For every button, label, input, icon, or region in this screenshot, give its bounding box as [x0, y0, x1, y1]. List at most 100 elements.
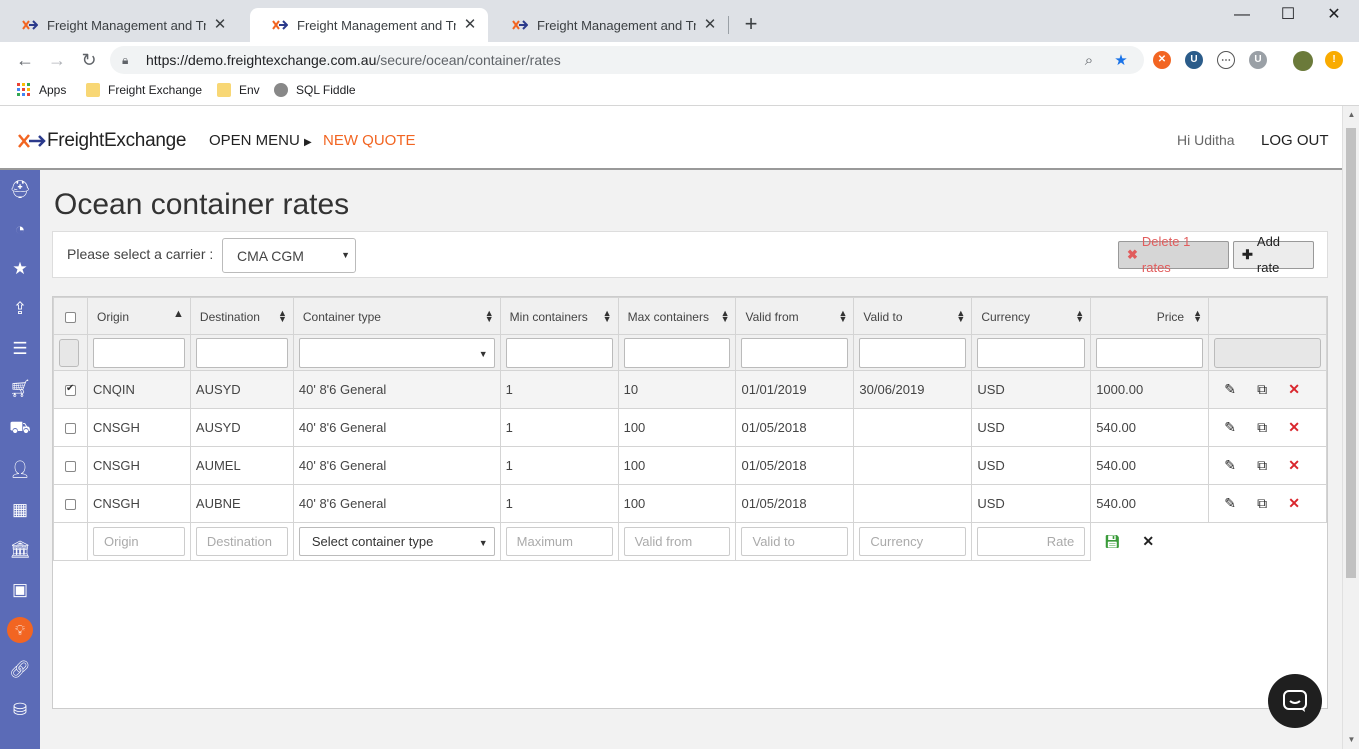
maximize-icon[interactable]: ☐ [1265, 5, 1311, 25]
bookmark-apps[interactable]: Apps [17, 83, 66, 97]
edit-pencil-icon[interactable]: ✎ [1222, 381, 1238, 398]
scroll-down-icon[interactable]: ▼ [1343, 733, 1359, 747]
row-checkbox[interactable] [64, 499, 76, 511]
row-checkbox[interactable] [64, 461, 76, 473]
person-icon[interactable]: 👤︎ [0, 454, 40, 486]
col-origin-header[interactable]: Origin ▲ [86, 297, 191, 335]
delete-x-icon[interactable]: ✕ [1286, 419, 1302, 436]
col-min-containers-header[interactable]: Min containers ▲ ▼ [499, 297, 619, 335]
table-row[interactable]: CNQIN AUSYD 40' 8'6 General 1 10 01/01/2… [53, 370, 1327, 409]
carrier-select[interactable]: CMA CGM ▼ [222, 238, 356, 273]
browser-tab-2[interactable]: Freight Management and Transp ✕ [250, 8, 488, 42]
user-icon[interactable]: ⛑ [0, 174, 40, 206]
url-field[interactable]: 🔒︎ https://demo.freightexchange.com.au/s… [110, 46, 1144, 74]
copy-icon[interactable]: ⧉ [1254, 381, 1270, 398]
database-icon[interactable]: ⛁ [0, 694, 40, 726]
delete-x-icon[interactable]: ✕ [1286, 495, 1302, 512]
col-valid-from-header[interactable]: Valid from ▲ ▼ [735, 297, 855, 335]
filter-valid-to-input[interactable] [859, 337, 967, 368]
cart-icon[interactable]: 🛒︎ [0, 373, 40, 405]
copy-icon[interactable]: ⧉ [1254, 457, 1270, 474]
close-tab-icon[interactable]: ✕ [702, 17, 718, 33]
select-all-checkbox[interactable] [64, 311, 76, 323]
filter-min-input[interactable] [505, 337, 613, 368]
extension-icon[interactable]: ⋯ [1217, 51, 1235, 69]
bookmark-sql-fiddle[interactable]: SQL Fiddle [274, 83, 356, 97]
filter-reset-button[interactable] [59, 338, 79, 367]
new-valid-from-input[interactable]: Valid from [623, 527, 731, 556]
zoom-icon[interactable]: ⌕ [1080, 52, 1098, 70]
table-row[interactable]: CNSGH AUSYD 40' 8'6 General 1 100 01/05/… [53, 408, 1327, 447]
upload-icon[interactable]: ⇪ [0, 293, 40, 325]
new-rate-input[interactable]: Rate [977, 527, 1086, 556]
logout-link[interactable]: LOG OUT [1261, 132, 1329, 149]
table-row[interactable]: CNSGH AUBNE 40' 8'6 General 1 100 01/05/… [53, 484, 1327, 523]
star-icon[interactable]: ★ [0, 253, 40, 285]
filter-origin-input[interactable] [92, 337, 185, 368]
table-row[interactable]: CNSGH AUMEL 40' 8'6 General 1 100 01/05/… [53, 446, 1327, 485]
dashboard-icon[interactable]: ◔ [0, 214, 40, 246]
minimize-icon[interactable]: — [1219, 5, 1265, 25]
new-currency-input[interactable]: Currency [859, 527, 967, 556]
browser-tab-3[interactable]: Freight Management and Transp ✕ [490, 8, 728, 42]
browser-tab-1[interactable]: Freight Management and Transp ✕ [0, 8, 238, 42]
filter-valid-from-input[interactable] [741, 337, 849, 368]
row-checkbox[interactable] [64, 383, 76, 397]
page-scrollbar[interactable]: ▲ ▼ [1342, 106, 1359, 749]
freightexchange-logo[interactable]: FreightExchange [18, 130, 186, 152]
link-icon[interactable]: 🔗︎ [0, 654, 40, 686]
save-icon[interactable]: 💾︎ [1104, 534, 1121, 550]
forward-icon[interactable]: → [47, 50, 67, 70]
filter-currency-input[interactable] [977, 337, 1086, 368]
copy-icon[interactable]: ⧉ [1254, 419, 1270, 436]
copy-icon[interactable]: ⧉ [1254, 495, 1270, 512]
money-icon[interactable]: ▣ [0, 574, 40, 606]
chat-launcher-button[interactable] [1268, 674, 1322, 728]
filter-max-input[interactable] [623, 337, 731, 368]
col-container-type-header[interactable]: Container type ▲ ▼ [292, 297, 501, 335]
filter-destination-input[interactable] [195, 337, 288, 368]
filter-actions-button[interactable] [1214, 337, 1321, 368]
cancel-icon[interactable]: ✕ [1140, 533, 1156, 550]
bookmark-env[interactable]: Env [217, 83, 260, 97]
col-max-containers-header[interactable]: Max containers ▲ ▼ [617, 297, 737, 335]
building-icon[interactable]: ▦ [0, 494, 40, 526]
delete-rates-button[interactable]: ✖ Delete 1 rates [1118, 234, 1229, 275]
back-icon[interactable]: ← [15, 50, 35, 70]
filter-container-type-select[interactable]: ▼ [298, 337, 495, 368]
edit-pencil-icon[interactable]: ✎ [1222, 457, 1238, 474]
bookmark-freight-exchange[interactable]: Freight Exchange [86, 83, 202, 97]
col-valid-to-header[interactable]: Valid to ▲ ▼ [853, 297, 973, 335]
profile-avatar[interactable] [1293, 51, 1313, 71]
scrollbar-thumb[interactable] [1346, 128, 1356, 578]
truck-icon[interactable]: ⛟ [0, 413, 40, 445]
new-maximum-input[interactable]: Maximum [505, 527, 613, 556]
bookmark-star-icon[interactable]: ★ [1112, 52, 1130, 70]
new-container-type-select[interactable]: Select container type ▼ [298, 527, 495, 556]
list-icon[interactable]: ☰ [0, 333, 40, 365]
add-rate-button[interactable]: ✚ Add rate [1233, 234, 1314, 275]
window-close-icon[interactable]: ✕ [1311, 5, 1357, 25]
edit-pencil-icon[interactable]: ✎ [1222, 495, 1238, 512]
new-origin-input[interactable]: Origin [92, 527, 185, 556]
col-destination-header[interactable]: Destination ▲ ▼ [189, 297, 294, 335]
bank-icon[interactable]: 🏛︎ [0, 534, 40, 566]
extension-icon[interactable]: ✕ [1153, 51, 1171, 69]
col-price-header[interactable]: Price ▲ ▼ [1090, 297, 1210, 335]
new-destination-input[interactable]: Destination [195, 527, 288, 556]
open-menu-link[interactable]: OPEN MENU ▶ [209, 132, 312, 149]
delete-x-icon[interactable]: ✕ [1286, 457, 1302, 474]
new-valid-to-input[interactable]: Valid to [741, 527, 849, 556]
close-tab-icon[interactable]: ✕ [212, 17, 228, 33]
filter-price-input[interactable] [1096, 337, 1204, 368]
lightbulb-icon[interactable]: 💡︎ [0, 614, 40, 646]
alert-icon[interactable]: ! [1325, 51, 1343, 69]
reload-icon[interactable]: ↻ [79, 50, 99, 70]
close-tab-icon[interactable]: ✕ [462, 17, 478, 33]
new-quote-link[interactable]: NEW QUOTE [323, 132, 416, 149]
new-tab-button[interactable]: + [740, 13, 762, 35]
scroll-up-icon[interactable]: ▲ [1343, 108, 1359, 122]
edit-pencil-icon[interactable]: ✎ [1222, 419, 1238, 436]
extension-icon[interactable]: U [1249, 51, 1267, 69]
col-currency-header[interactable]: Currency ▲ ▼ [971, 297, 1092, 335]
